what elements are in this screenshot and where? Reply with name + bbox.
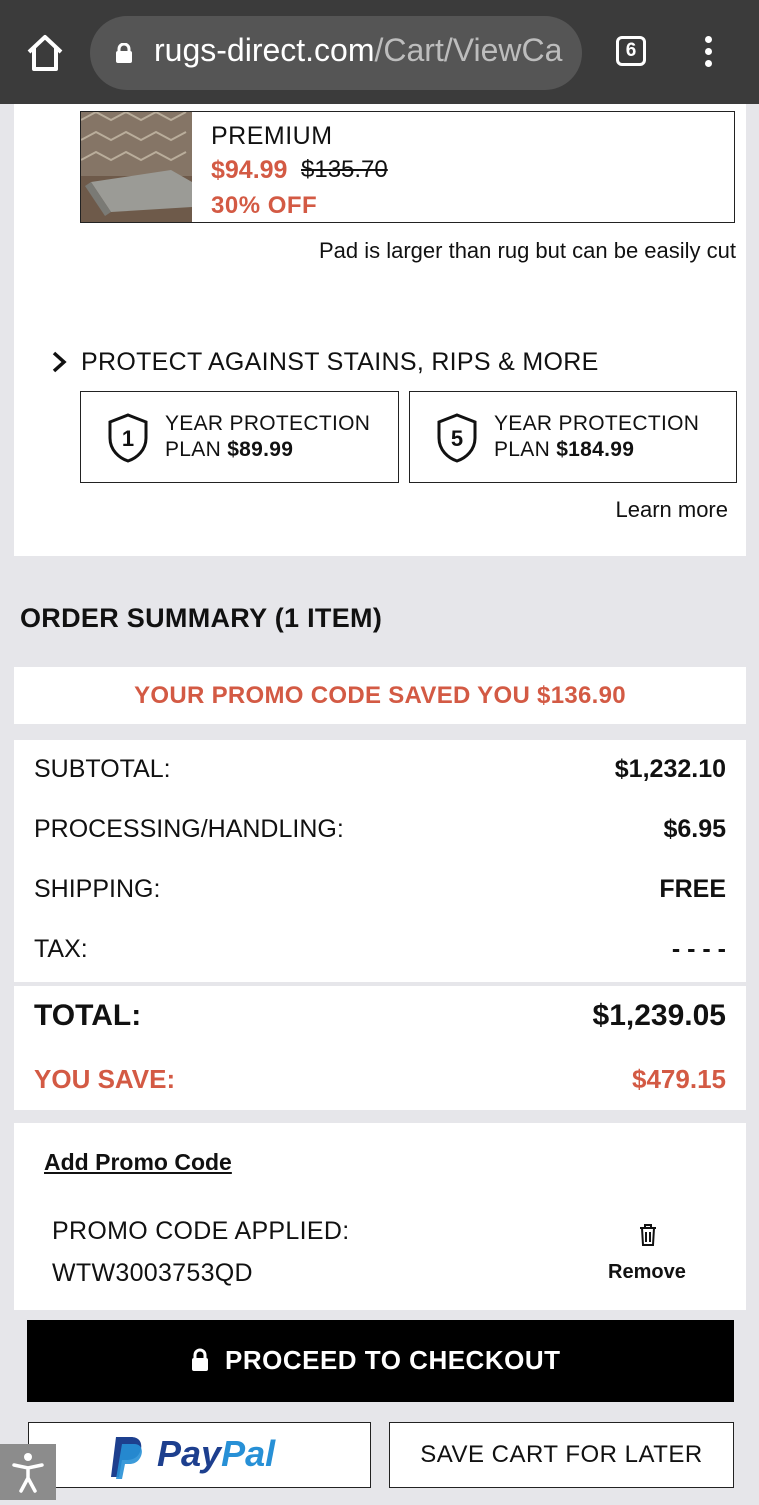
address-bar[interactable]: rugs-direct.com/Cart/ViewCa <box>90 16 582 90</box>
total-value: $1,239.05 <box>592 999 726 1032</box>
lock-icon <box>192 1348 208 1371</box>
protection-plan-1-year[interactable]: 1 YEAR PROTECTION PLAN $89.99 <box>80 391 399 483</box>
home-icon[interactable] <box>22 30 68 76</box>
row-value: $6.95 <box>663 815 726 843</box>
paypal-pay: Pay <box>157 1433 222 1474</box>
tab-count-button[interactable]: 6 <box>616 36 646 66</box>
plan-line1: YEAR PROTECTION <box>494 412 700 435</box>
plan-years: 5 <box>451 426 463 451</box>
shield-icon: 1 <box>108 413 148 463</box>
promo-applied-label: PROMO CODE APPLIED: <box>52 1217 350 1245</box>
plan-price: $89.99 <box>227 438 294 461</box>
protection-plan-5-year[interactable]: 5 YEAR PROTECTION PLAN $184.99 <box>409 391 737 483</box>
row-label: PROCESSING/HANDLING: <box>34 815 344 843</box>
accessibility-icon <box>12 1453 44 1493</box>
shield-icon: 5 <box>437 413 477 463</box>
rug-pad-image <box>81 112 192 222</box>
plan-years: 1 <box>122 426 134 451</box>
learn-more-link[interactable]: Learn more <box>615 497 728 523</box>
you-save-row: YOU SAVE: $479.15 <box>34 1064 726 1104</box>
divider <box>14 982 746 986</box>
pad-discount: 30% OFF <box>211 192 318 219</box>
url-host: rugs-direct.com <box>154 32 375 68</box>
chevron-right-icon <box>52 351 67 373</box>
lock-icon <box>116 43 132 63</box>
row-value: $1,232.10 <box>614 755 726 783</box>
plan-label: PLAN <box>165 438 228 461</box>
cart-item-card: PREMIUM $94.99 $135.70 30% OFF Pad is la… <box>14 104 746 556</box>
checkout-label: PROCEED TO CHECKOUT <box>225 1345 561 1375</box>
url-text: rugs-direct.com/Cart/ViewCa <box>154 32 568 69</box>
pad-original-price: $135.70 <box>301 156 388 183</box>
paypal-pal: Pal <box>221 1433 276 1474</box>
plan-line2: PLAN $184.99 <box>494 437 699 463</box>
pad-note: Pad is larger than rug but can be easily… <box>318 238 736 263</box>
plan-text: YEAR PROTECTION PLAN $184.99 <box>494 411 699 463</box>
plan-label: PLAN <box>494 438 557 461</box>
remove-promo-button[interactable]: Remove <box>608 1261 686 1284</box>
browser-toolbar: rugs-direct.com/Cart/ViewCa 6 <box>0 0 759 104</box>
paypal-logo-icon <box>111 1437 142 1479</box>
add-promo-code-link[interactable]: Add Promo Code <box>44 1149 232 1176</box>
protection-heading: PROTECT AGAINST STAINS, RIPS & MORE <box>81 348 599 376</box>
plan-line2: PLAN $89.99 <box>165 437 370 463</box>
tax-row: TAX: - - - - <box>34 935 726 975</box>
url-path: /Cart/ViewCa <box>374 32 563 68</box>
row-value: - - - - <box>671 935 726 963</box>
paypal-wordmark: PayPal <box>157 1433 275 1475</box>
rug-pad-option[interactable]: PREMIUM $94.99 $135.70 30% OFF <box>80 111 735 223</box>
plan-text: YEAR PROTECTION PLAN $89.99 <box>165 411 370 463</box>
trash-icon[interactable] <box>638 1223 658 1247</box>
save-cart-for-later-button[interactable]: SAVE CART FOR LATER <box>389 1422 734 1488</box>
accessibility-button[interactable] <box>0 1444 56 1500</box>
promo-savings-banner: YOUR PROMO CODE SAVED YOU $136.90 <box>14 667 746 724</box>
row-label: SUBTOTAL: <box>34 755 171 783</box>
total-row: TOTAL: $1,239.05 <box>34 999 726 1039</box>
promo-applied-code: WTW3003753QD <box>52 1259 253 1287</box>
pad-name: PREMIUM <box>211 122 333 150</box>
pad-price: $94.99 <box>211 156 288 184</box>
row-label: TAX: <box>34 935 88 963</box>
order-summary-title: ORDER SUMMARY (1 ITEM) <box>20 603 383 633</box>
row-value: FREE <box>659 875 726 903</box>
save-value: $479.15 <box>632 1064 726 1094</box>
paypal-button[interactable]: PayPal <box>28 1422 371 1488</box>
proceed-to-checkout-button[interactable]: PROCEED TO CHECKOUT <box>27 1320 734 1402</box>
promo-code-card: Add Promo Code PROMO CODE APPLIED: WTW30… <box>14 1123 746 1310</box>
totals-card: SUBTOTAL: $1,232.10 PROCESSING/HANDLING:… <box>14 740 746 1110</box>
subtotal-row: SUBTOTAL: $1,232.10 <box>34 755 726 795</box>
shipping-row: SHIPPING: FREE <box>34 875 726 915</box>
handling-row: PROCESSING/HANDLING: $6.95 <box>34 815 726 855</box>
row-label: SHIPPING: <box>34 875 161 903</box>
save-label: YOU SAVE: <box>34 1064 176 1094</box>
overflow-menu-icon[interactable] <box>698 36 718 72</box>
plan-price: $184.99 <box>556 438 635 461</box>
plan-line1: YEAR PROTECTION <box>165 412 371 435</box>
total-label: TOTAL: <box>34 999 142 1032</box>
